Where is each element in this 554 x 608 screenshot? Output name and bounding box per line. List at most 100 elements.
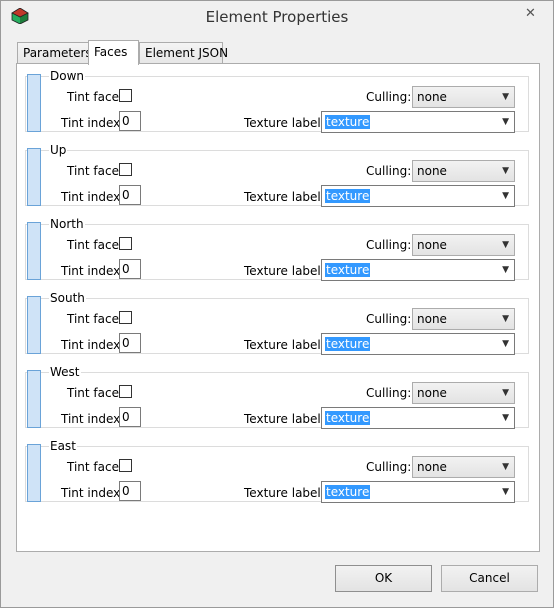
tint-face-label: Tint face:	[67, 164, 124, 178]
texture-value: texture	[325, 337, 371, 351]
texture-label: Texture label:	[244, 190, 325, 204]
chevron-down-icon: ▼	[502, 314, 509, 324]
chevron-down-icon: ▼	[502, 265, 509, 275]
element-properties-window: Element Properties ✕ Parameters Faces El…	[0, 0, 554, 608]
tint-index-input[interactable]: 0	[119, 185, 141, 205]
texture-label: Texture label:	[244, 486, 325, 500]
culling-value: none	[417, 312, 447, 326]
chevron-down-icon: ▼	[502, 462, 509, 472]
culling-label: Culling:	[366, 164, 412, 178]
face-group-east: East Tint face: Tint index: 0 Culling: n…	[25, 439, 529, 503]
tint-face-checkbox[interactable]	[119, 311, 132, 324]
tint-index-input[interactable]: 0	[119, 333, 141, 353]
tint-index-label: Tint index:	[61, 264, 125, 278]
face-title: Up	[49, 143, 68, 157]
tint-index-label: Tint index:	[61, 486, 125, 500]
face-group-down: Down Tint face: Tint index: 0 Culling: n…	[25, 69, 529, 133]
culling-select[interactable]: none ▼	[412, 456, 515, 478]
culling-value: none	[417, 90, 447, 104]
tint-index-input[interactable]: 0	[119, 407, 141, 427]
cancel-button[interactable]: Cancel	[441, 565, 538, 592]
chevron-down-icon: ▼	[502, 487, 509, 497]
texture-value: texture	[325, 189, 371, 203]
tint-face-label: Tint face:	[67, 460, 124, 474]
culling-value: none	[417, 386, 447, 400]
chevron-down-icon: ▼	[502, 388, 509, 398]
faces-panel: Down Tint face: Tint index: 0 Culling: n…	[16, 63, 540, 552]
culling-select[interactable]: none ▼	[412, 382, 515, 404]
tint-index-label: Tint index:	[61, 190, 125, 204]
texture-select[interactable]: texture ▼	[321, 333, 515, 355]
tint-face-checkbox[interactable]	[119, 385, 132, 398]
face-title: South	[49, 291, 86, 305]
culling-select[interactable]: none ▼	[412, 308, 515, 330]
texture-select[interactable]: texture ▼	[321, 481, 515, 503]
face-title: Down	[49, 69, 86, 83]
tint-index-input[interactable]: 0	[119, 481, 141, 501]
face-color-bar	[27, 296, 41, 354]
face-color-bar	[27, 222, 41, 280]
culling-label: Culling:	[366, 90, 412, 104]
face-title: North	[49, 217, 85, 231]
chevron-down-icon: ▼	[502, 240, 509, 250]
face-color-bar	[27, 444, 41, 502]
tint-face-checkbox[interactable]	[119, 237, 132, 250]
tab-faces[interactable]: Faces	[88, 40, 139, 65]
tint-face-checkbox[interactable]	[119, 89, 132, 102]
tint-face-label: Tint face:	[67, 386, 124, 400]
close-button[interactable]: ✕	[518, 4, 543, 23]
face-group-up: Up Tint face: Tint index: 0 Culling: non…	[25, 143, 529, 207]
chevron-down-icon: ▼	[502, 166, 509, 176]
chevron-down-icon: ▼	[502, 92, 509, 102]
culling-label: Culling:	[366, 312, 412, 326]
culling-label: Culling:	[366, 238, 412, 252]
face-title: East	[49, 439, 77, 453]
culling-value: none	[417, 460, 447, 474]
face-group-north: North Tint face: Tint index: 0 Culling: …	[25, 217, 529, 281]
texture-select[interactable]: texture ▼	[321, 111, 515, 133]
ok-button[interactable]: OK	[335, 565, 432, 592]
tint-face-checkbox[interactable]	[119, 459, 132, 472]
tint-index-input[interactable]: 0	[119, 259, 141, 279]
tab-parameters[interactable]: Parameters	[17, 42, 92, 64]
texture-label: Texture label:	[244, 116, 325, 130]
texture-value: texture	[325, 485, 371, 499]
culling-label: Culling:	[366, 386, 412, 400]
texture-label: Texture label:	[244, 338, 325, 352]
texture-label: Texture label:	[244, 264, 325, 278]
texture-value: texture	[325, 411, 371, 425]
culling-value: none	[417, 238, 447, 252]
title-bar: Element Properties ✕	[1, 1, 553, 32]
face-title: West	[49, 365, 81, 379]
chevron-down-icon: ▼	[502, 413, 509, 423]
tint-index-input[interactable]: 0	[119, 111, 141, 131]
tint-index-label: Tint index:	[61, 338, 125, 352]
window-title: Element Properties	[205, 8, 349, 26]
culling-select[interactable]: none ▼	[412, 234, 515, 256]
face-color-bar	[27, 74, 41, 132]
face-group-west: West Tint face: Tint index: 0 Culling: n…	[25, 365, 529, 429]
chevron-down-icon: ▼	[502, 117, 509, 127]
texture-select[interactable]: texture ▼	[321, 407, 515, 429]
culling-value: none	[417, 164, 447, 178]
face-group-south: South Tint face: Tint index: 0 Culling: …	[25, 291, 529, 355]
tint-face-label: Tint face:	[67, 90, 124, 104]
face-color-bar	[27, 370, 41, 428]
texture-select[interactable]: texture ▼	[321, 185, 515, 207]
texture-select[interactable]: texture ▼	[321, 259, 515, 281]
culling-select[interactable]: none ▼	[412, 160, 515, 182]
texture-label: Texture label:	[244, 412, 325, 426]
tint-face-checkbox[interactable]	[119, 163, 132, 176]
face-color-bar	[27, 148, 41, 206]
tint-face-label: Tint face:	[67, 312, 124, 326]
texture-value: texture	[325, 263, 371, 277]
culling-select[interactable]: none ▼	[412, 86, 515, 108]
tint-index-label: Tint index:	[61, 412, 125, 426]
texture-value: texture	[325, 115, 371, 129]
tint-face-label: Tint face:	[67, 238, 124, 252]
chevron-down-icon: ▼	[502, 191, 509, 201]
culling-label: Culling:	[366, 460, 412, 474]
tab-element-json[interactable]: Element JSON	[139, 42, 228, 64]
tint-index-label: Tint index:	[61, 116, 125, 130]
chevron-down-icon: ▼	[502, 339, 509, 349]
